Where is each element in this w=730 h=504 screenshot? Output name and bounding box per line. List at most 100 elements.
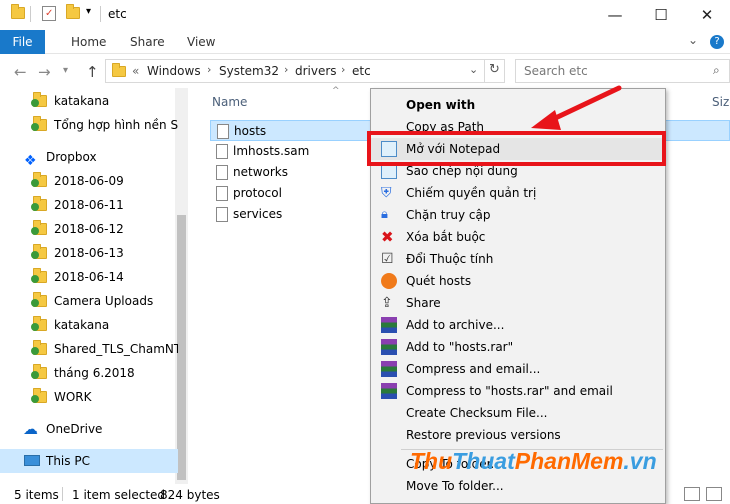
menu-item-label: Move To folder...	[406, 479, 504, 493]
menu-item-label: Add to archive...	[406, 318, 505, 332]
folder-icon	[31, 220, 47, 235]
tab-view[interactable]: View	[181, 30, 221, 54]
refresh-icon[interactable]: ↻	[489, 62, 500, 77]
nav-item-2018-06-14[interactable]: 2018-06-14	[0, 265, 178, 289]
search-icon[interactable]: ⌕	[713, 63, 720, 78]
winrar-icon	[381, 361, 397, 377]
nav-item-2018-06-09[interactable]: 2018-06-09	[0, 169, 178, 193]
minimize-button[interactable]: —	[592, 0, 638, 30]
menu-item-restore-versions[interactable]: Restore previous versions	[371, 424, 665, 446]
nav-item-label: katakana	[54, 94, 110, 108]
nav-item-2018-06-13[interactable]: 2018-06-13	[0, 241, 178, 265]
nav-item-katakana-2[interactable]: katakana	[0, 313, 178, 337]
menu-item-scan-hosts[interactable]: Quét hosts	[371, 270, 665, 292]
back-icon[interactable]: ←	[14, 63, 27, 81]
chevron-down-icon[interactable]: ▾	[86, 6, 91, 17]
properties-icon[interactable]: ✓	[42, 6, 56, 21]
folder-icon	[31, 116, 47, 131]
nav-item-thang-6[interactable]: tháng 6.2018	[0, 361, 178, 385]
tab-home[interactable]: Home	[65, 30, 112, 54]
ribbon-expand-icon[interactable]: ⌄	[688, 33, 698, 47]
menu-item-label: Create Checksum File...	[406, 406, 548, 420]
nav-item-label: 2018-06-12	[54, 222, 124, 236]
search-placeholder: Search etc	[524, 64, 588, 78]
menu-item-share[interactable]: ⇪ Share	[371, 292, 665, 314]
menu-item-label: Share	[406, 296, 441, 310]
breadcrumb-drivers[interactable]: drivers	[295, 64, 337, 78]
folder-icon	[31, 196, 47, 211]
lock-icon: 🔒︎	[381, 207, 388, 222]
menu-item-add-to-hosts-rar[interactable]: Add to "hosts.rar"	[371, 336, 665, 358]
breadcrumb-etc[interactable]: etc	[352, 64, 371, 78]
menu-item-compress-email[interactable]: Compress and email...	[371, 358, 665, 380]
close-button[interactable]: ✕	[684, 0, 730, 30]
chevron-right-icon[interactable]: ›	[284, 63, 288, 76]
breadcrumb-windows[interactable]: Windows	[147, 64, 201, 78]
maximize-button[interactable]: ☐	[638, 0, 684, 30]
menu-item-create-checksum[interactable]: Create Checksum File...	[371, 402, 665, 424]
title-bar: ✓ ▾ etc — ☐ ✕	[0, 0, 730, 30]
nav-item-shared-tls[interactable]: Shared_TLS_ChamNT	[0, 337, 178, 361]
search-input[interactable]: Search etc ⌕	[515, 59, 730, 83]
menu-item-add-to-archive[interactable]: Add to archive...	[371, 314, 665, 336]
winrar-icon	[381, 317, 397, 333]
new-folder-icon[interactable]	[66, 4, 80, 19]
nav-item-label: 2018-06-11	[54, 198, 124, 212]
menu-item-label: Open with	[406, 98, 476, 112]
nav-item-onedrive[interactable]: ☁ OneDrive	[0, 417, 178, 441]
menu-item-move-to-folder[interactable]: Move To folder...	[371, 475, 665, 497]
file-icon	[216, 165, 228, 180]
nav-item-label: Tổng hợp hình nền Slic	[54, 118, 178, 132]
status-item-count: 5 items	[14, 488, 59, 502]
watermark-part: .vn	[623, 448, 657, 474]
large-icons-view-icon[interactable]	[706, 487, 722, 501]
recent-locations-icon[interactable]: ▾	[63, 65, 68, 76]
column-header-size[interactable]: Size	[712, 95, 730, 109]
folder-icon	[31, 292, 47, 307]
nav-item-work[interactable]: WORK	[0, 385, 178, 409]
breadcrumb-overflow[interactable]: «	[132, 64, 139, 78]
breadcrumb-system32[interactable]: System32	[219, 64, 279, 78]
nav-item-camera-uploads[interactable]: Camera Uploads	[0, 289, 178, 313]
forward-icon[interactable]: →	[38, 63, 51, 81]
column-header-name[interactable]: Name	[212, 95, 247, 109]
menu-item-label: Quét hosts	[406, 274, 472, 288]
file-name: protocol	[233, 186, 282, 200]
status-selection: 1 item selected	[72, 488, 166, 502]
nav-item-tong-hop[interactable]: Tổng hợp hình nền Slic	[0, 113, 178, 137]
menu-item-label: Add to "hosts.rar"	[406, 340, 514, 354]
chevron-down-icon[interactable]: ⌄	[469, 63, 478, 76]
nav-item-label: Camera Uploads	[54, 294, 154, 308]
help-icon[interactable]: ?	[710, 35, 724, 49]
nav-item-label: This PC	[46, 454, 90, 468]
divider	[484, 60, 485, 82]
shared-folder-icon	[31, 340, 47, 355]
chevron-right-icon[interactable]: ›	[207, 63, 211, 76]
nav-item-this-pc[interactable]: This PC	[0, 449, 178, 473]
menu-item-block-access[interactable]: 🔒︎ Chặn truy cập	[371, 204, 665, 226]
ribbon: File Home Share View ⌄ ?	[0, 30, 730, 54]
nav-item-label: OneDrive	[46, 422, 103, 436]
computer-icon	[24, 455, 40, 466]
menu-item-change-attributes[interactable]: ☑ Đổi Thuộc tính	[371, 248, 665, 270]
address-bar[interactable]: « Windows › System32 › drivers › etc ⌄ ↻	[105, 59, 505, 83]
details-view-icon[interactable]	[684, 487, 700, 501]
chevron-right-icon[interactable]: ›	[341, 63, 345, 76]
watermark-part: Thu	[410, 448, 453, 474]
menu-item-take-ownership[interactable]: ⛨ Chiếm quyền quản trị	[371, 182, 665, 204]
menu-item-force-delete[interactable]: ✖ Xóa bắt buộc	[371, 226, 665, 248]
file-icon	[217, 124, 229, 139]
nav-item-katakana[interactable]: katakana	[0, 89, 178, 113]
checkbox-icon: ☑	[381, 251, 394, 267]
nav-scrollbar-thumb[interactable]	[177, 215, 186, 480]
nav-item-label: katakana	[54, 318, 110, 332]
nav-item-2018-06-12[interactable]: 2018-06-12	[0, 217, 178, 241]
nav-item-2018-06-11[interactable]: 2018-06-11	[0, 193, 178, 217]
up-icon[interactable]: ↑	[86, 63, 99, 81]
tab-share[interactable]: Share	[124, 30, 171, 54]
menu-item-compress-hosts-email[interactable]: Compress to "hosts.rar" and email	[371, 380, 665, 402]
nav-item-dropbox[interactable]: ❖ Dropbox	[0, 145, 178, 169]
file-name: lmhosts.sam	[233, 144, 310, 158]
winrar-icon	[381, 383, 397, 399]
tab-file[interactable]: File	[0, 30, 45, 54]
